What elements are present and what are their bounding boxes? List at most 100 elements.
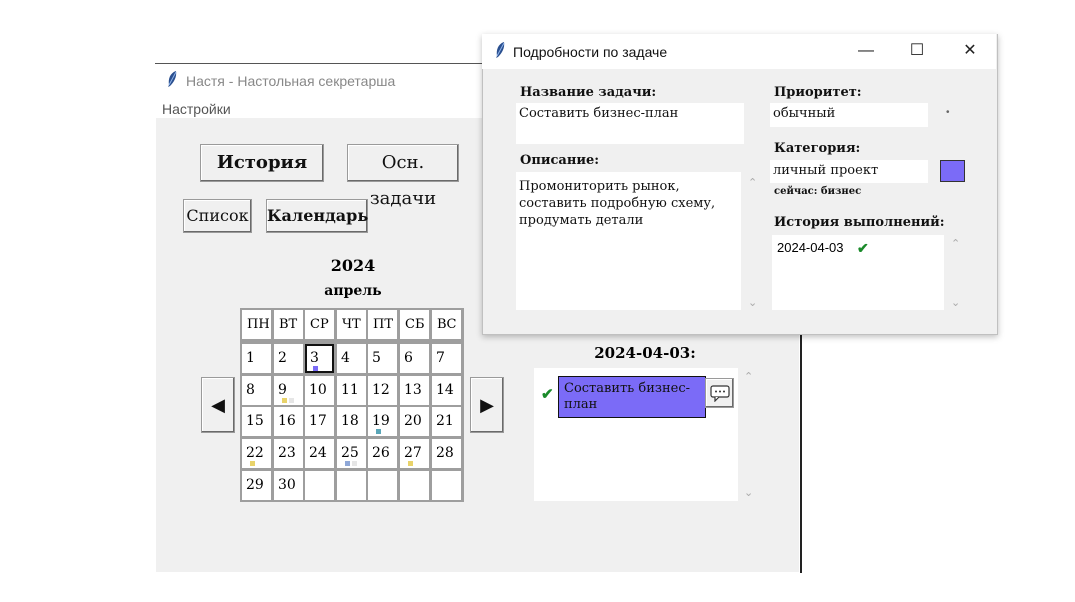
description-label: Описание: (520, 153, 600, 168)
category-color-swatch[interactable] (940, 160, 965, 182)
weekday-header: СР (305, 310, 334, 339)
calendar-day-number: 17 (309, 413, 327, 429)
calendar-day[interactable]: 24 (305, 439, 334, 468)
task-item[interactable]: Составить бизнес-план (558, 376, 706, 418)
checkmark-icon: ✔ (857, 240, 869, 256)
calendar-day-number: 9 (278, 382, 287, 398)
calendar-day[interactable]: 7 (432, 344, 461, 373)
calendar-day[interactable]: 25 (337, 439, 366, 468)
calendar-day[interactable]: 6 (400, 344, 429, 373)
history-entry-date: 2024-04-03 (777, 240, 844, 255)
prev-month-button[interactable]: ◀ (201, 377, 235, 433)
calendar-day-number: 8 (246, 382, 255, 398)
category-label: Категория: (774, 141, 861, 156)
calendar-day-number: 6 (404, 350, 413, 366)
scroll-up-icon[interactable]: ⌃ (748, 176, 757, 189)
task-marker (352, 461, 357, 466)
calendar-day-number: 12 (372, 382, 390, 398)
calendar-day-number: 2 (278, 350, 287, 366)
task-marker (408, 461, 413, 466)
calendar-day[interactable]: 18 (337, 407, 366, 436)
weekday-label: СР (310, 317, 329, 332)
calendar-day[interactable]: 12 (368, 376, 397, 405)
history-button[interactable]: История (200, 144, 324, 182)
calendar-day[interactable]: 14 (432, 376, 461, 405)
close-icon: ✕ (963, 42, 977, 59)
weekday-label: ПН (247, 317, 270, 332)
list-button[interactable]: Список (183, 199, 252, 233)
weekday-header: ЧТ (337, 310, 366, 339)
calendar-day[interactable]: 20 (400, 407, 429, 436)
minimize-button[interactable]: — (840, 36, 892, 68)
calendar-day-number: 29 (246, 477, 264, 493)
calendar-day[interactable]: 23 (274, 439, 303, 468)
task-marker (289, 398, 294, 403)
scroll-down-icon[interactable]: ⌄ (951, 296, 960, 309)
calendar-day-number: 16 (278, 413, 296, 429)
calendar-empty-cell (432, 471, 461, 500)
calendar-day[interactable]: 17 (305, 407, 334, 436)
priority-field[interactable]: обычный (770, 103, 928, 127)
arrow-left-icon: ◀ (211, 395, 225, 415)
calendar-day[interactable]: 3 (305, 344, 334, 373)
history-label: История выполнений: (774, 215, 945, 230)
app-feather-icon (166, 70, 178, 92)
calendar-day[interactable]: 8 (242, 376, 271, 405)
task-comment-button[interactable] (705, 378, 734, 408)
calendar-day[interactable]: 27 (400, 439, 429, 468)
calendar-day[interactable]: 21 (432, 407, 461, 436)
scroll-down-icon[interactable]: ⌄ (744, 486, 753, 499)
calendar-day[interactable]: 28 (432, 439, 461, 468)
task-marker (313, 366, 318, 371)
calendar-day[interactable]: 16 (274, 407, 303, 436)
calendar-day[interactable]: 4 (337, 344, 366, 373)
maximize-icon: ☐ (909, 42, 925, 59)
calendar-day[interactable]: 9 (274, 376, 303, 405)
task-marker (376, 429, 381, 434)
calendar-day-number: 19 (372, 413, 390, 429)
calendar-day[interactable]: 10 (305, 376, 334, 405)
calendar-day[interactable]: 29 (242, 471, 271, 500)
calendar-day[interactable]: 15 (242, 407, 271, 436)
calendar-day[interactable]: 22 (242, 439, 271, 468)
next-month-button[interactable]: ▶ (470, 377, 504, 433)
calendar-day[interactable]: 26 (368, 439, 397, 468)
scroll-up-icon[interactable]: ⌃ (744, 370, 753, 383)
scroll-up-icon[interactable]: ⌃ (951, 237, 960, 250)
weekday-label: ПТ (373, 317, 394, 332)
category-field[interactable]: личный проект (770, 160, 928, 183)
calendar-day-number: 28 (436, 445, 454, 461)
calendar-day-number: 27 (404, 445, 422, 461)
maximize-button[interactable]: ☐ (891, 36, 943, 68)
category-current-note: сейчас: бизнес (774, 186, 862, 197)
calendar-day[interactable]: 19 (368, 407, 397, 436)
arrow-right-icon: ▶ (480, 395, 494, 415)
calendar-empty-cell (305, 471, 334, 500)
close-button[interactable]: ✕ (944, 36, 996, 68)
calendar-day[interactable]: 13 (400, 376, 429, 405)
scroll-down-icon[interactable]: ⌄ (748, 296, 757, 309)
calendar-day[interactable]: 30 (274, 471, 303, 500)
calendar-button[interactable]: Календарь (266, 199, 368, 233)
main-tasks-button[interactable]: Осн. задачи (347, 144, 459, 209)
weekday-label: ЧТ (342, 317, 361, 332)
menu-settings[interactable]: Настройки (162, 101, 231, 117)
calendar-day-number: 25 (341, 445, 359, 461)
day-tasks-title: 2024-04-03: (594, 344, 696, 362)
task-marker (250, 461, 255, 466)
weekday-header: ВТ (274, 310, 303, 339)
calendar-day-number: 5 (372, 350, 381, 366)
calendar-day[interactable]: 1 (242, 344, 271, 373)
comment-icon (710, 385, 730, 406)
calendar-day[interactable]: 2 (274, 344, 303, 373)
description-field[interactable]: Промониторить рынок, составить подробную… (516, 172, 741, 310)
calendar-empty-cell (400, 471, 429, 500)
calendar-month: апрель (324, 283, 382, 299)
calendar-day-number: 24 (309, 445, 327, 461)
calendar-day-number: 1 (246, 350, 255, 366)
weekday-header: ПТ (368, 310, 397, 339)
task-marker (282, 398, 287, 403)
task-name-field[interactable]: Составить бизнес-план (516, 103, 744, 144)
calendar-day[interactable]: 5 (368, 344, 397, 373)
calendar-day[interactable]: 11 (337, 376, 366, 405)
